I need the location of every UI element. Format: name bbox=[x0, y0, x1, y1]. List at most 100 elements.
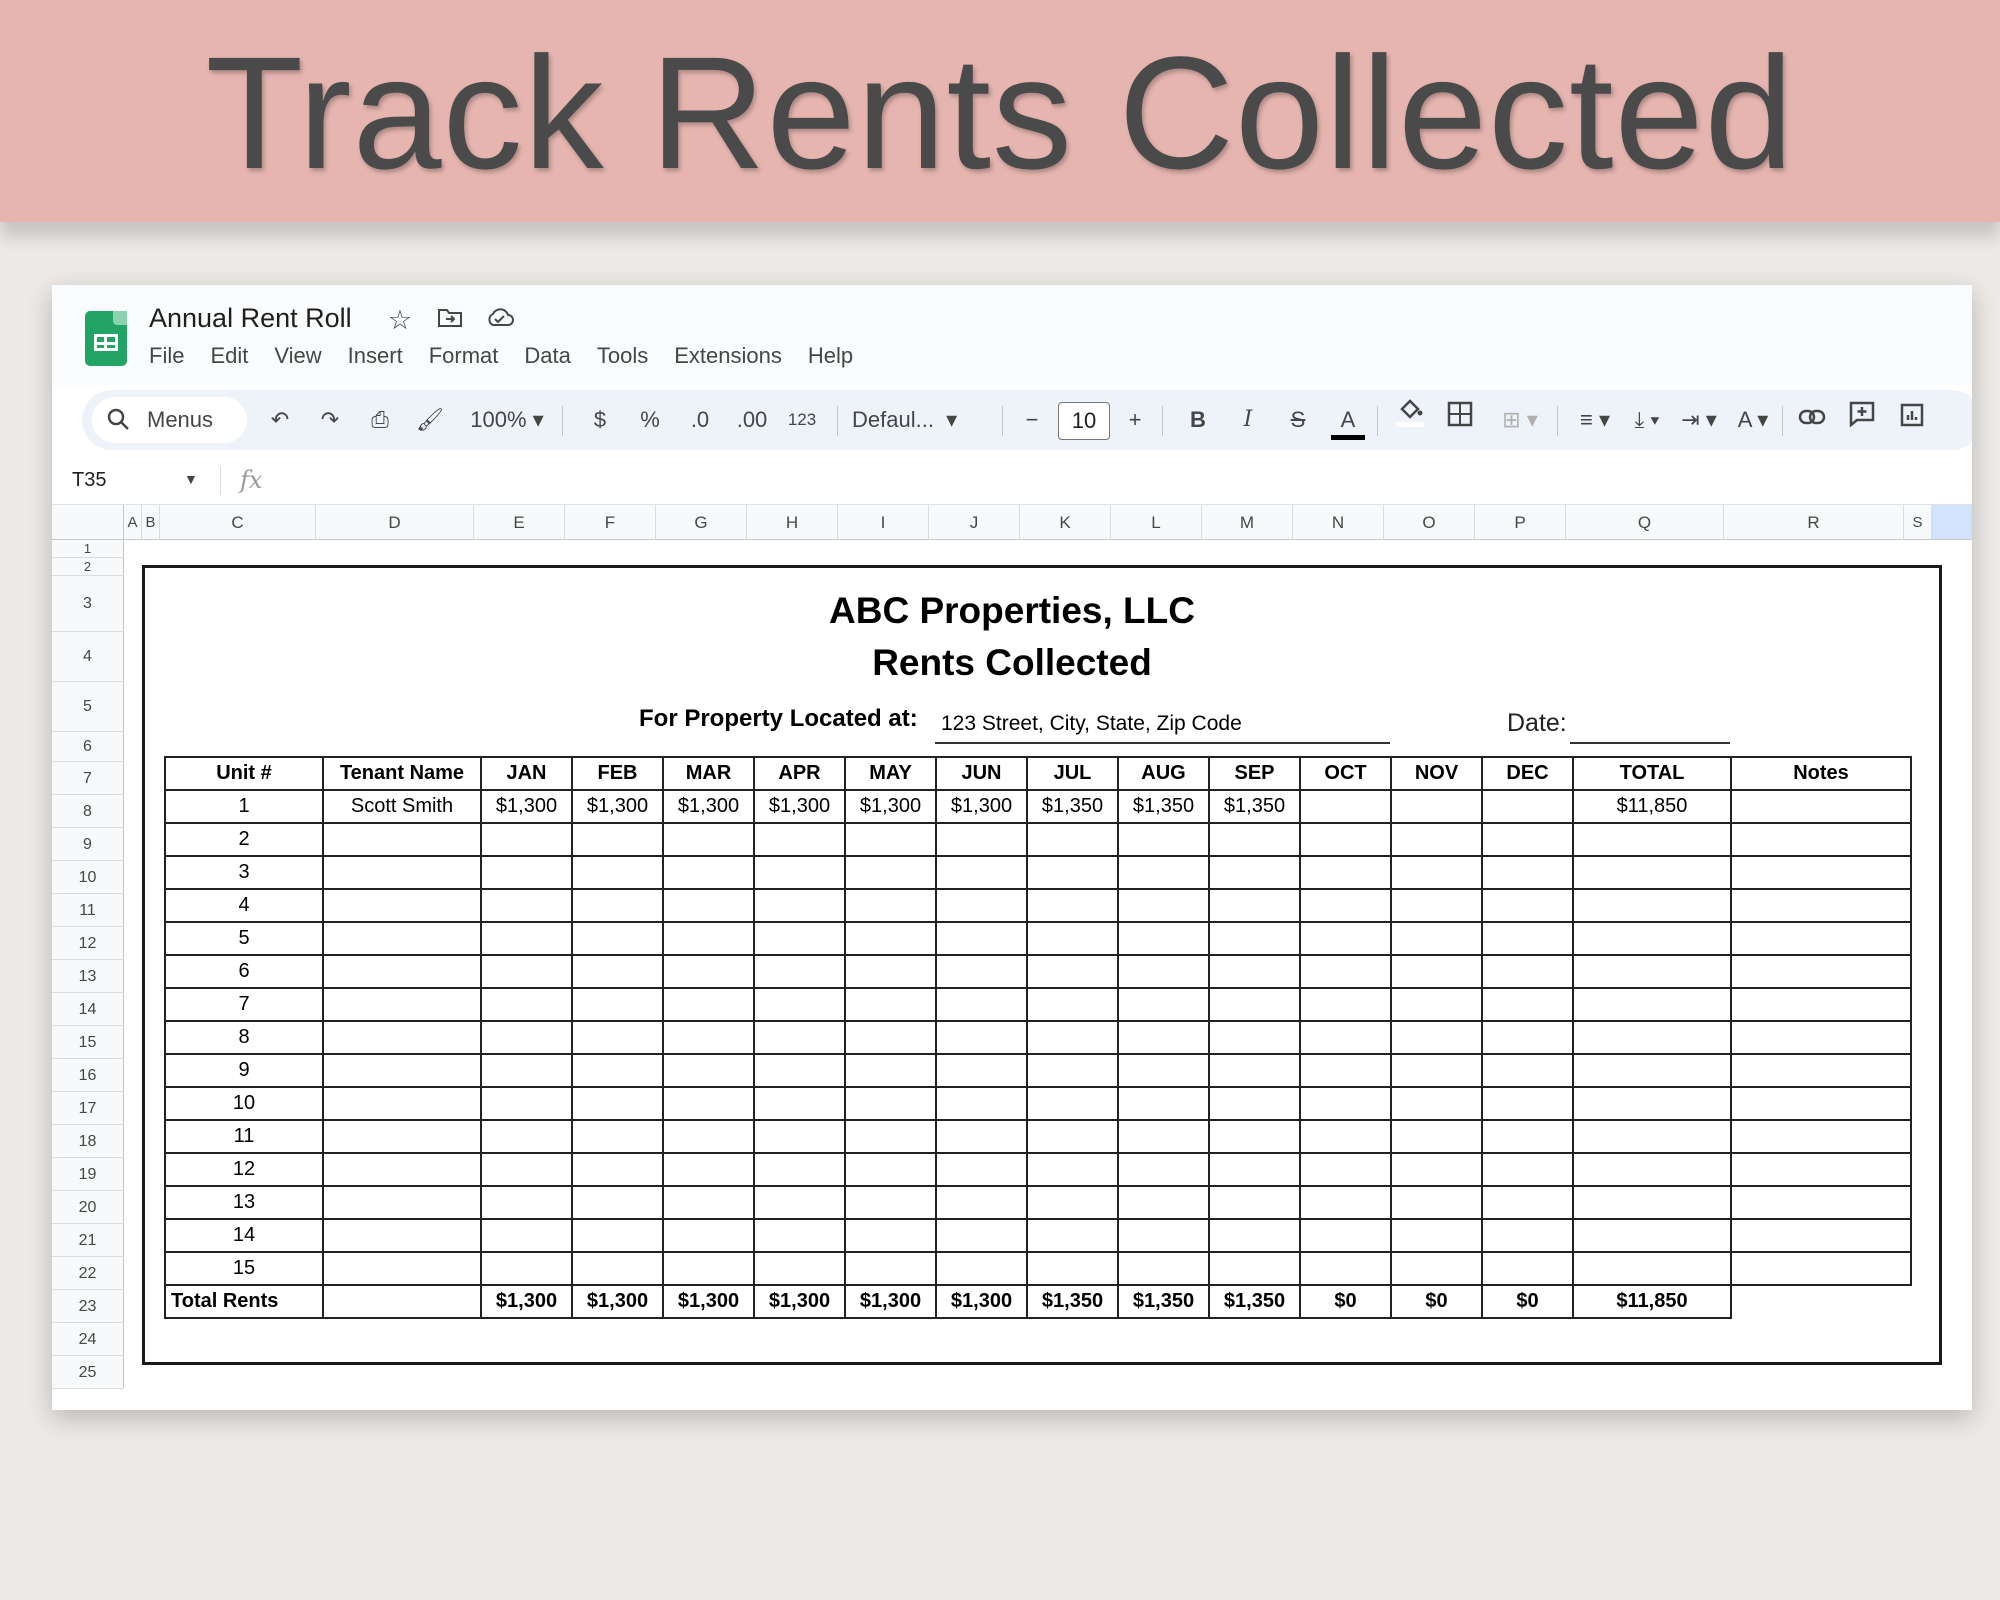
table-cell[interactable] bbox=[480, 987, 573, 1022]
italic-button[interactable]: I bbox=[1230, 390, 1266, 450]
table-cell[interactable]: $1,350 bbox=[1208, 789, 1301, 824]
table-cell[interactable] bbox=[322, 1086, 482, 1121]
table-cell[interactable]: 8 bbox=[164, 1020, 324, 1055]
table-cell[interactable] bbox=[1299, 1152, 1392, 1187]
table-cell[interactable] bbox=[1481, 1119, 1574, 1154]
total-cell[interactable]: $0 bbox=[1390, 1284, 1483, 1319]
column-header-j[interactable]: J bbox=[929, 505, 1020, 540]
borders-icon[interactable] bbox=[1442, 390, 1478, 450]
table-cell[interactable] bbox=[1026, 1053, 1119, 1088]
table-cell[interactable] bbox=[662, 1218, 755, 1253]
table-cell[interactable] bbox=[1117, 1185, 1210, 1220]
table-cell[interactable] bbox=[1730, 1251, 1912, 1286]
row-header-15[interactable]: 15 bbox=[52, 1026, 124, 1059]
table-cell[interactable] bbox=[844, 1185, 937, 1220]
table-cell[interactable] bbox=[1299, 822, 1392, 857]
table-cell[interactable] bbox=[1299, 888, 1392, 923]
menu-insert[interactable]: Insert bbox=[348, 343, 403, 377]
column-header-a[interactable]: A bbox=[124, 505, 142, 540]
table-cell[interactable] bbox=[322, 888, 482, 923]
table-cell[interactable]: $1,300 bbox=[480, 789, 573, 824]
table-cell[interactable] bbox=[935, 1251, 1028, 1286]
table-cell[interactable] bbox=[844, 1053, 937, 1088]
table-cell[interactable] bbox=[1026, 1185, 1119, 1220]
name-box[interactable]: T35 bbox=[72, 469, 106, 492]
insert-link-icon[interactable] bbox=[1794, 390, 1830, 450]
table-cell[interactable] bbox=[1117, 855, 1210, 890]
row-header-5[interactable]: 5 bbox=[52, 682, 124, 732]
select-all-corner[interactable] bbox=[52, 505, 124, 540]
row-header-19[interactable]: 19 bbox=[52, 1158, 124, 1191]
total-cell[interactable]: $1,300 bbox=[662, 1284, 755, 1319]
table-cell[interactable] bbox=[480, 822, 573, 857]
table-cell[interactable] bbox=[1026, 1086, 1119, 1121]
table-cell[interactable] bbox=[1572, 954, 1732, 989]
table-cell[interactable]: $1,300 bbox=[844, 789, 937, 824]
table-cell[interactable] bbox=[1481, 1185, 1574, 1220]
table-cell[interactable]: 11 bbox=[164, 1119, 324, 1154]
column-label[interactable]: Tenant Name bbox=[322, 756, 482, 791]
column-header-p[interactable]: P bbox=[1475, 505, 1566, 540]
column-header-c[interactable]: C bbox=[160, 505, 316, 540]
table-cell[interactable] bbox=[1117, 1251, 1210, 1286]
table-cell[interactable] bbox=[1117, 1053, 1210, 1088]
table-cell[interactable] bbox=[1299, 1086, 1392, 1121]
total-cell[interactable]: $1,350 bbox=[1208, 1284, 1301, 1319]
table-cell[interactable] bbox=[1390, 1053, 1483, 1088]
table-cell[interactable] bbox=[1390, 789, 1483, 824]
table-cell[interactable] bbox=[1117, 822, 1210, 857]
table-cell[interactable] bbox=[322, 1284, 482, 1319]
table-cell[interactable] bbox=[753, 1119, 846, 1154]
sheets-logo-icon[interactable] bbox=[85, 311, 127, 366]
menu-file[interactable]: File bbox=[149, 343, 184, 377]
name-box-dropdown-icon[interactable]: ▼ bbox=[184, 471, 198, 487]
table-cell[interactable] bbox=[1730, 888, 1912, 923]
table-cell[interactable] bbox=[1730, 1152, 1912, 1187]
column-label[interactable]: SEP bbox=[1208, 756, 1301, 791]
table-cell[interactable] bbox=[753, 1152, 846, 1187]
table-cell[interactable] bbox=[935, 954, 1028, 989]
table-cell[interactable] bbox=[753, 987, 846, 1022]
row-header-1[interactable]: 1 bbox=[52, 540, 124, 558]
table-cell[interactable] bbox=[1026, 954, 1119, 989]
column-label[interactable]: MAR bbox=[662, 756, 755, 791]
table-cell[interactable] bbox=[662, 822, 755, 857]
table-cell[interactable] bbox=[1026, 1020, 1119, 1055]
table-cell[interactable] bbox=[1208, 1251, 1301, 1286]
table-cell[interactable]: 9 bbox=[164, 1053, 324, 1088]
row-header-13[interactable]: 13 bbox=[52, 960, 124, 993]
table-cell[interactable] bbox=[935, 987, 1028, 1022]
table-cell[interactable] bbox=[662, 987, 755, 1022]
total-cell[interactable]: $1,350 bbox=[1117, 1284, 1210, 1319]
total-cell[interactable]: $1,350 bbox=[1026, 1284, 1119, 1319]
table-cell[interactable] bbox=[1026, 822, 1119, 857]
table-cell[interactable] bbox=[1572, 921, 1732, 956]
table-cell[interactable] bbox=[662, 855, 755, 890]
column-header-d[interactable]: D bbox=[316, 505, 474, 540]
column-header-h[interactable]: H bbox=[747, 505, 838, 540]
table-cell[interactable] bbox=[1390, 921, 1483, 956]
column-header-g[interactable]: G bbox=[656, 505, 747, 540]
table-cell[interactable] bbox=[662, 921, 755, 956]
menu-view[interactable]: View bbox=[274, 343, 321, 377]
table-cell[interactable] bbox=[1026, 987, 1119, 1022]
currency-format-button[interactable]: $ bbox=[582, 390, 618, 450]
font-select[interactable]: Defaul... ▾ bbox=[852, 390, 987, 450]
row-header-21[interactable]: 21 bbox=[52, 1224, 124, 1257]
menu-data[interactable]: Data bbox=[524, 343, 570, 377]
table-cell[interactable] bbox=[1208, 987, 1301, 1022]
table-cell[interactable] bbox=[1481, 954, 1574, 989]
bold-button[interactable]: B bbox=[1180, 390, 1216, 450]
table-cell[interactable] bbox=[662, 888, 755, 923]
table-cell[interactable] bbox=[1730, 855, 1912, 890]
table-cell[interactable] bbox=[1208, 822, 1301, 857]
table-cell[interactable]: 13 bbox=[164, 1185, 324, 1220]
table-cell[interactable] bbox=[1208, 1053, 1301, 1088]
table-cell[interactable] bbox=[571, 921, 664, 956]
vertical-align-icon[interactable]: ⤓ ▾ bbox=[1622, 390, 1672, 450]
column-header-i[interactable]: I bbox=[838, 505, 929, 540]
row-header-16[interactable]: 16 bbox=[52, 1059, 124, 1092]
row-header-17[interactable]: 17 bbox=[52, 1092, 124, 1125]
table-cell[interactable] bbox=[844, 1020, 937, 1055]
row-header-10[interactable]: 10 bbox=[52, 861, 124, 894]
